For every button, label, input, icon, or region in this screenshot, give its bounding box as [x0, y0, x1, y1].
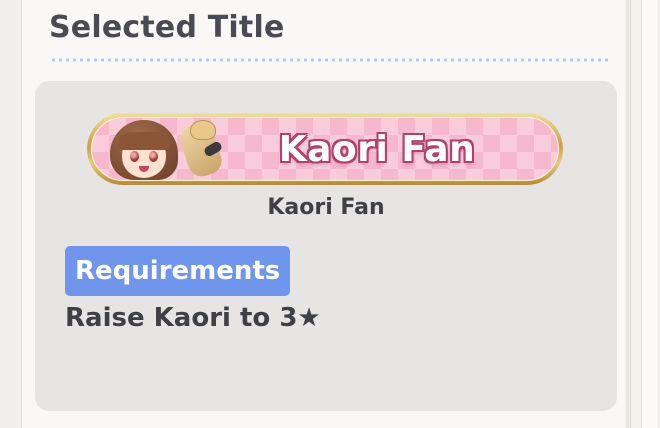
title-name: Kaori Fan [267, 195, 385, 220]
dotted-divider [50, 58, 610, 62]
section-title: Selected Title [49, 10, 285, 45]
right-panel-edge [630, 0, 660, 428]
requirements-badge: Requirements [65, 246, 291, 296]
selected-title-panel: Selected Title Kaori Fan Kaori Fan Requi… [22, 0, 628, 428]
scroll-track[interactable] [641, 0, 657, 428]
portrait-eye-left [130, 151, 139, 162]
requirements-text: Raise Kaori to 3★ [65, 303, 321, 333]
portrait-glove [190, 120, 216, 140]
banner-title-text: Kaori Fan [278, 129, 476, 170]
banner-inner: Kaori Fan [91, 117, 559, 181]
kaori-portrait-icon [92, 118, 242, 180]
title-card: Kaori Fan Kaori Fan Requirements Raise K… [35, 81, 617, 411]
title-banner[interactable]: Kaori Fan [87, 113, 563, 185]
portrait-eye-right [149, 151, 158, 162]
left-panel-edge [0, 0, 22, 428]
portrait-fringe [118, 132, 170, 150]
